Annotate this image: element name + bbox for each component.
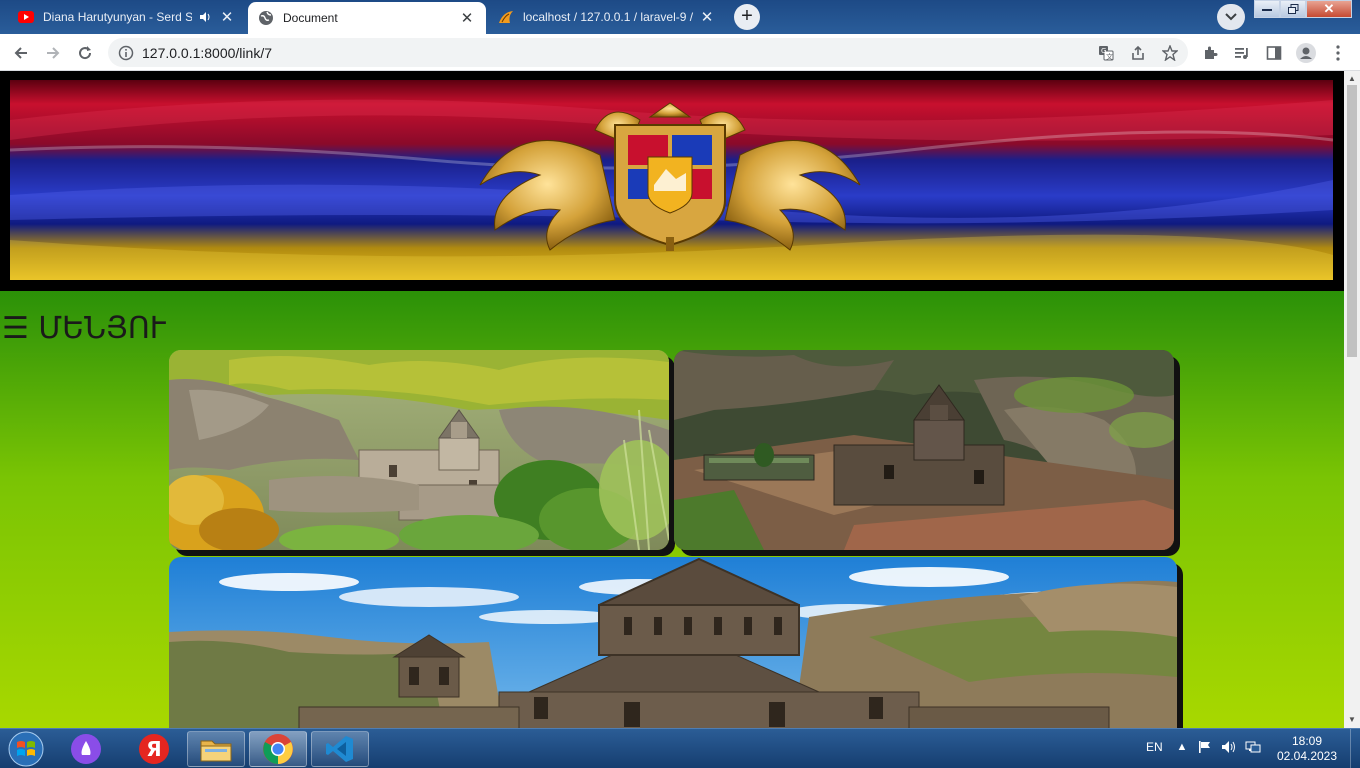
forward-button[interactable] [39, 39, 67, 67]
translate-icon[interactable]: G文 [1092, 39, 1120, 67]
gallery-photo-3[interactable] [169, 557, 1177, 728]
clock-time: 18:09 [1291, 734, 1323, 748]
bookmark-star-icon[interactable] [1156, 39, 1184, 67]
volume-icon[interactable] [1221, 739, 1237, 755]
page-viewport: ☰ ՄԵՆՅՈՒ [0, 71, 1344, 728]
restore-button[interactable] [1280, 0, 1306, 18]
alice-assistant-icon[interactable] [66, 731, 106, 767]
page-scrollbar[interactable]: ▲ ▼ [1344, 71, 1360, 728]
profile-avatar-icon[interactable] [1292, 39, 1320, 67]
chrome-icon [263, 734, 293, 764]
folder-icon [200, 740, 232, 762]
start-button[interactable] [6, 730, 46, 768]
yandex-browser-icon[interactable]: Я [134, 731, 174, 767]
windows-taskbar: Я EN ▲ 18:09 02.04.2023 [0, 728, 1360, 768]
tab-youtube[interactable]: Diana Harutyunyan - Serd Sa ✕ [8, 0, 246, 34]
arrow-left-icon [14, 47, 27, 59]
vscode-taskbar-button[interactable] [311, 731, 369, 767]
close-tab-icon[interactable]: ✕ [698, 8, 716, 26]
minimize-button[interactable] [1254, 0, 1280, 18]
phpmyadmin-icon [498, 9, 514, 25]
input-language-indicator[interactable]: EN [1146, 740, 1163, 754]
svg-text:Я: Я [146, 737, 161, 761]
show-hidden-icons-icon[interactable]: ▲ [1174, 739, 1190, 755]
close-window-button[interactable]: ✕ [1306, 0, 1352, 18]
address-bar[interactable]: 127.0.0.1:8000/link/7 [108, 38, 1188, 67]
scroll-up-arrow-icon[interactable]: ▲ [1348, 74, 1356, 83]
tab-title: Diana Harutyunyan - Serd Sa [43, 10, 192, 24]
close-tab-icon[interactable]: ✕ [458, 9, 476, 27]
chrome-taskbar-button[interactable] [249, 731, 307, 767]
side-panel-icon[interactable] [1260, 39, 1288, 67]
back-button[interactable] [7, 39, 35, 67]
close-tab-icon[interactable]: ✕ [218, 8, 236, 26]
action-center-flag-icon[interactable] [1197, 739, 1213, 755]
speaker-icon[interactable] [196, 8, 214, 26]
windows-logo-icon [8, 731, 44, 767]
youtube-icon [18, 9, 34, 25]
url-text: 127.0.0.1:8000/link/7 [142, 44, 272, 61]
chevron-down-icon [1225, 13, 1237, 21]
globe-icon [258, 10, 274, 26]
clock-date: 02.04.2023 [1276, 749, 1338, 763]
extensions-icon[interactable] [1196, 39, 1224, 67]
tab-search-button[interactable] [1217, 4, 1245, 30]
gallery-photo-1[interactable] [169, 350, 669, 550]
header-banner [0, 71, 1344, 291]
file-explorer-taskbar-button[interactable] [187, 731, 245, 767]
reload-icon [79, 46, 92, 60]
system-clock[interactable]: 18:09 02.04.2023 [1272, 734, 1342, 764]
tab-title: Document [283, 11, 338, 25]
menu-toggle[interactable]: ☰ ՄԵՆՅՈՒ [2, 311, 166, 346]
scrollbar-thumb[interactable] [1347, 85, 1357, 357]
reload-button[interactable] [71, 39, 99, 67]
share-icon[interactable] [1124, 39, 1152, 67]
window-controls: ✕ [1254, 0, 1352, 18]
network-icon[interactable] [1245, 739, 1261, 755]
new-tab-button[interactable]: + [734, 4, 760, 30]
more-menu-icon[interactable] [1324, 39, 1352, 67]
armenian-flag-coat-of-arms-image [10, 80, 1333, 280]
tab-phpmyadmin[interactable]: localhost / 127.0.0.1 / laravel-9 / ✕ [488, 0, 726, 34]
browser-toolbar: 127.0.0.1:8000/link/7 G文 [0, 34, 1360, 71]
gallery-photo-2[interactable] [674, 350, 1174, 550]
media-controls-icon[interactable] [1228, 39, 1256, 67]
vscode-icon [326, 736, 353, 762]
arrow-right-icon [47, 47, 60, 59]
info-icon[interactable] [118, 45, 134, 61]
tab-title: localhost / 127.0.0.1 / laravel-9 / [523, 10, 694, 24]
svg-text:文: 文 [1106, 52, 1113, 61]
tab-strip: Diana Harutyunyan - Serd Sa ✕ Document ✕… [0, 0, 1360, 34]
tab-document[interactable]: Document ✕ [248, 2, 486, 34]
scroll-down-arrow-icon[interactable]: ▼ [1348, 715, 1356, 724]
show-desktop-button[interactable] [1350, 729, 1360, 768]
